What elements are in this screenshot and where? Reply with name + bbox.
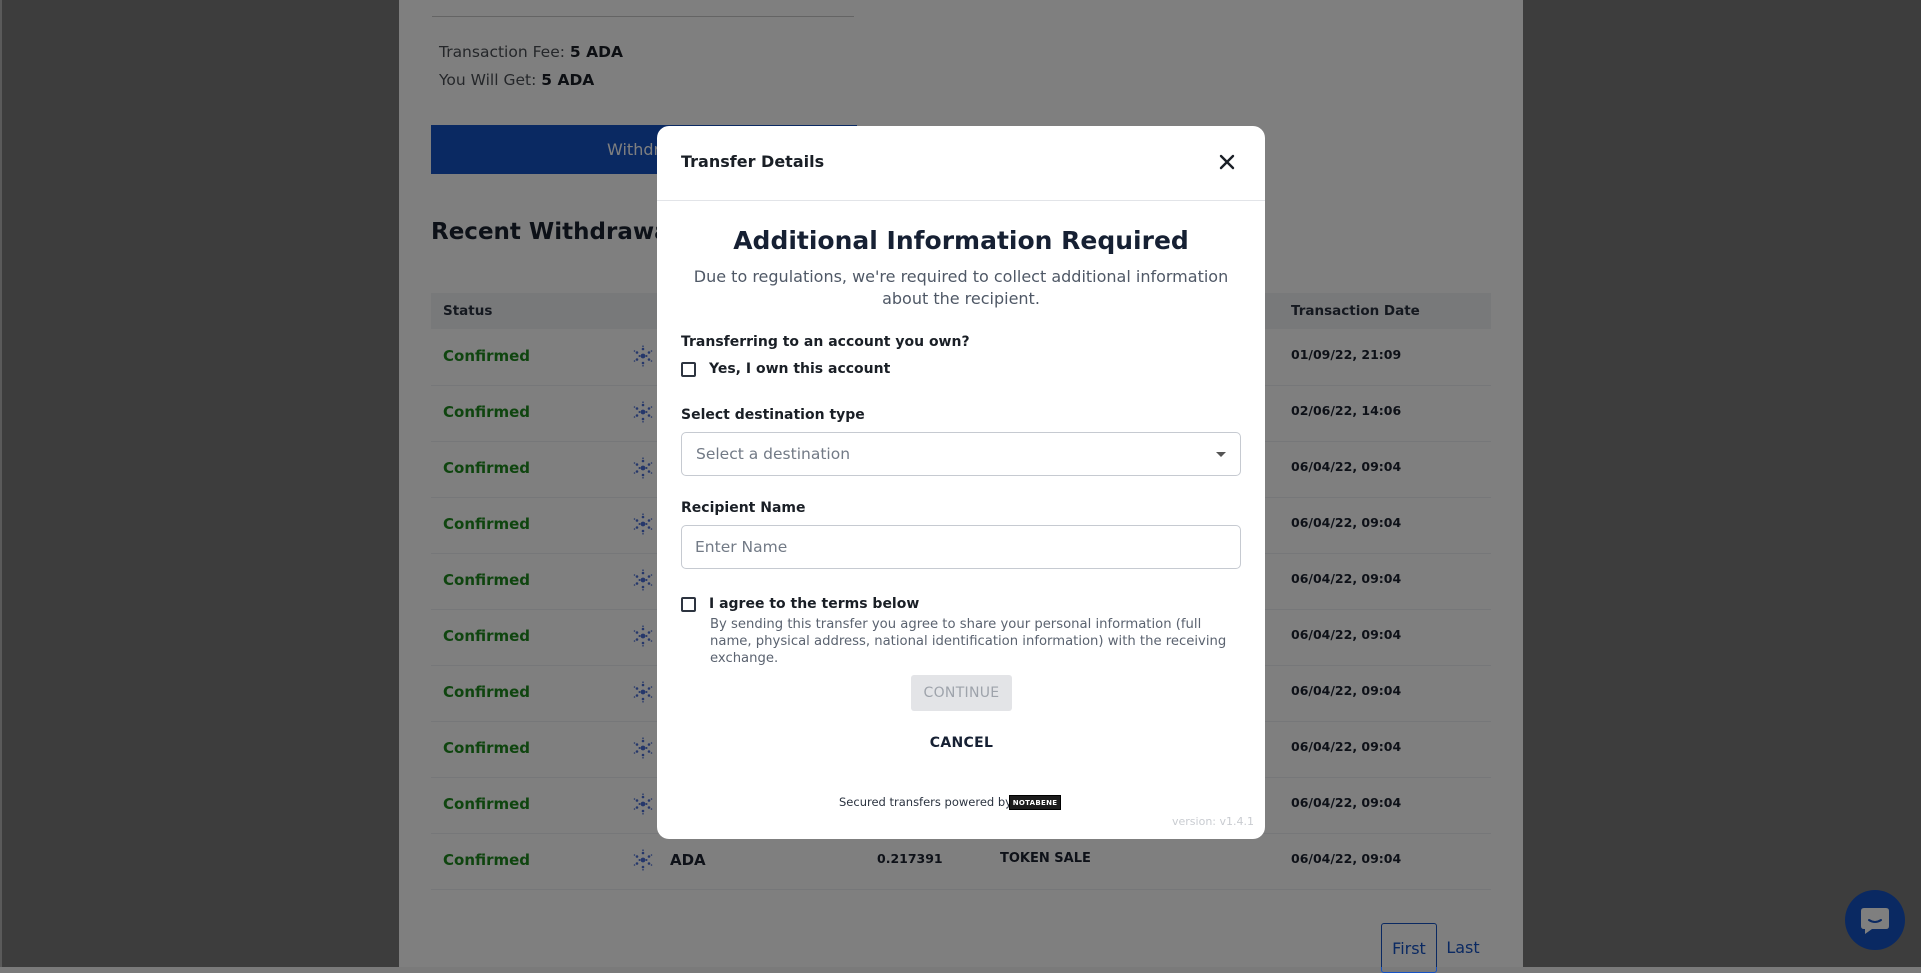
window-edge — [0, 0, 2, 967]
recipient-name-input[interactable] — [681, 525, 1241, 569]
own-account-checkbox-label[interactable]: Yes, I own this account — [709, 361, 890, 377]
terms-checkbox[interactable] — [681, 597, 696, 612]
own-account-checkbox[interactable] — [681, 362, 696, 377]
modal-header: Transfer Details — [657, 126, 1265, 201]
modal-subtitle: Due to regulations, we're required to co… — [693, 267, 1229, 308]
cancel-button[interactable]: CANCEL — [911, 727, 1012, 759]
own-account-question: Transferring to an account you own? — [681, 334, 970, 350]
recipient-name-label: Recipient Name — [681, 500, 806, 516]
modal-title: Transfer Details — [681, 152, 825, 171]
notabene-logo: NOTABENE — [1009, 795, 1061, 810]
powered-by-text: Secured transfers powered by — [839, 795, 1012, 809]
destination-select-placeholder: Select a destination — [696, 445, 851, 463]
close-button[interactable] — [1217, 152, 1237, 172]
caret-down-icon — [1216, 452, 1226, 457]
modal-heading: Additional Information Required — [733, 226, 1189, 255]
version-text: version: v1.4.1 — [1172, 815, 1254, 828]
transfer-details-modal: Transfer Details Additional Information … — [657, 126, 1265, 839]
terms-text: By sending this transfer you agree to sh… — [710, 617, 1227, 666]
destination-select[interactable]: Select a destination — [681, 432, 1241, 476]
continue-button[interactable]: CONTINUE — [911, 675, 1012, 711]
destination-type-label: Select destination type — [681, 407, 865, 423]
close-icon — [1219, 154, 1235, 170]
terms-checkbox-label[interactable]: I agree to the terms below — [709, 596, 919, 612]
